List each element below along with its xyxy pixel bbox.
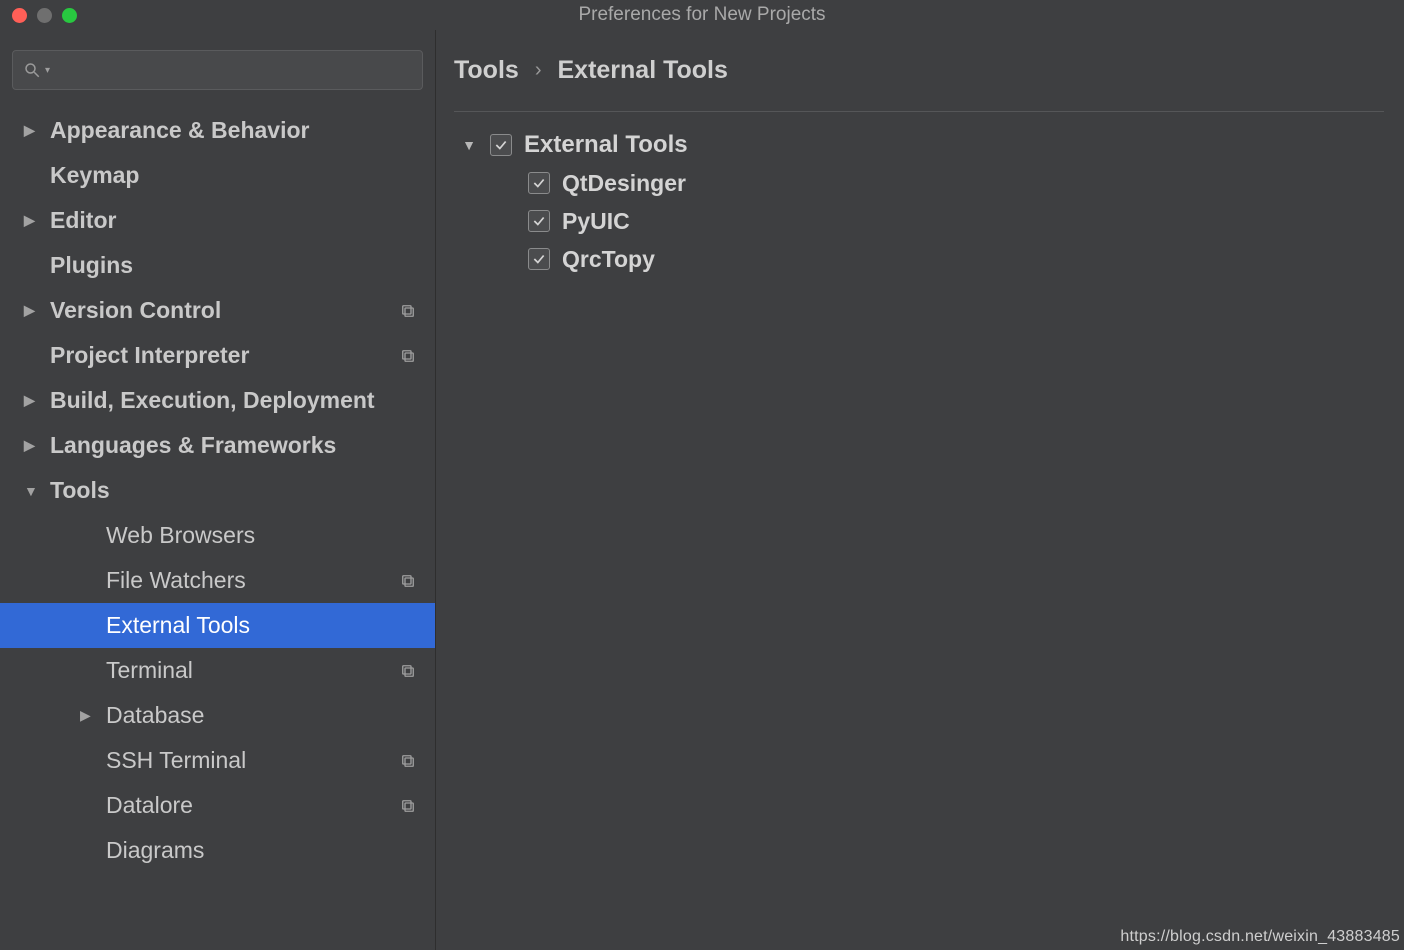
sidebar-item-label: Datalore (106, 792, 193, 819)
search-row: ▾ (0, 50, 435, 104)
sidebar-item[interactable]: ▼Tools (0, 468, 435, 513)
sidebar-item-label: External Tools (106, 612, 250, 639)
chevron-right-icon[interactable]: ▶ (24, 122, 50, 139)
project-level-icon (399, 572, 417, 590)
tool-checkbox[interactable] (528, 248, 550, 270)
sidebar-item[interactable]: ▶Version Control (0, 288, 435, 333)
sidebar-item[interactable]: Keymap (0, 153, 435, 198)
sidebar-item[interactable]: SSH Terminal (0, 738, 435, 783)
sidebar-item[interactable]: External Tools (0, 603, 435, 648)
minimize-window-button[interactable] (37, 8, 52, 23)
sidebar-item-label: Terminal (106, 657, 193, 684)
sidebar-item[interactable]: ▶Database (0, 693, 435, 738)
project-level-icon (399, 302, 417, 320)
sidebar-item-label: SSH Terminal (106, 747, 246, 774)
sidebar-item[interactable]: Diagrams (0, 828, 435, 873)
sidebar-item-label: Editor (50, 207, 116, 234)
settings-tree: ▶Appearance & BehaviorKeymap▶EditorPlugi… (0, 104, 435, 950)
breadcrumb-root[interactable]: Tools (454, 56, 519, 85)
titlebar: Preferences for New Projects (0, 0, 1404, 30)
sidebar: ▾ ▶Appearance & BehaviorKeymap▶EditorPlu… (0, 30, 436, 950)
close-window-button[interactable] (12, 8, 27, 23)
sidebar-item-label: Keymap (50, 162, 139, 189)
tool-name: QrcTopy (562, 246, 655, 273)
chevron-down-icon[interactable]: ▼ (24, 483, 50, 499)
project-level-icon (399, 347, 417, 365)
window-title: Preferences for New Projects (0, 4, 1404, 26)
tool-checkbox[interactable] (528, 172, 550, 194)
tools-list: QtDesinger PyUIC QrcTopy (454, 164, 1384, 278)
tool-row[interactable]: QrcTopy (454, 240, 1384, 278)
sidebar-item-label: Languages & Frameworks (50, 432, 336, 459)
sidebar-item-label: Appearance & Behavior (50, 117, 309, 144)
sidebar-item-label: Build, Execution, Deployment (50, 387, 375, 414)
sidebar-item[interactable]: Datalore (0, 783, 435, 828)
group-label: External Tools (524, 131, 688, 159)
sidebar-item[interactable]: Plugins (0, 243, 435, 288)
breadcrumb-current: External Tools (557, 56, 727, 85)
search-icon (23, 61, 41, 79)
tool-name: PyUIC (562, 208, 630, 235)
sidebar-item[interactable]: Project Interpreter (0, 333, 435, 378)
chevron-right-icon[interactable]: ▶ (24, 392, 50, 409)
window-controls (12, 8, 77, 23)
chevron-right-icon[interactable]: ▶ (80, 707, 106, 724)
watermark: https://blog.csdn.net/weixin_43883485 (1120, 928, 1400, 946)
tool-checkbox[interactable] (528, 210, 550, 232)
sidebar-item-label: Tools (50, 477, 110, 504)
chevron-right-icon[interactable]: ▶ (24, 212, 50, 229)
sidebar-item[interactable]: ▶Appearance & Behavior (0, 108, 435, 153)
chevron-down-icon[interactable]: ▼ (460, 137, 478, 153)
zoom-window-button[interactable] (62, 8, 77, 23)
project-level-icon (399, 662, 417, 680)
search-input[interactable] (54, 60, 412, 81)
tool-row[interactable]: QtDesinger (454, 164, 1384, 202)
sidebar-item-label: Database (106, 702, 204, 729)
tool-row[interactable]: PyUIC (454, 202, 1384, 240)
breadcrumb: Tools › External Tools (454, 56, 1384, 111)
sidebar-item[interactable]: ▶Build, Execution, Deployment (0, 378, 435, 423)
sidebar-item-label: Project Interpreter (50, 342, 249, 369)
sidebar-item-label: File Watchers (106, 567, 246, 594)
sidebar-item[interactable]: Terminal (0, 648, 435, 693)
sidebar-item-label: Version Control (50, 297, 221, 324)
sidebar-item[interactable]: ▶Editor (0, 198, 435, 243)
project-level-icon (399, 752, 417, 770)
tool-name: QtDesinger (562, 170, 686, 197)
main-split: ▾ ▶Appearance & BehaviorKeymap▶EditorPlu… (0, 30, 1404, 950)
search-box[interactable]: ▾ (12, 50, 423, 90)
search-dropdown-icon[interactable]: ▾ (45, 65, 50, 76)
breadcrumb-separator-icon: › (535, 59, 542, 82)
external-tools-panel: ▼ External Tools QtDesinger PyUIC QrcTopy (454, 111, 1384, 278)
external-tools-group-row[interactable]: ▼ External Tools (454, 126, 1384, 164)
chevron-right-icon[interactable]: ▶ (24, 437, 50, 454)
project-level-icon (399, 797, 417, 815)
sidebar-item[interactable]: Web Browsers (0, 513, 435, 558)
sidebar-item-label: Web Browsers (106, 522, 255, 549)
sidebar-item-label: Plugins (50, 252, 133, 279)
sidebar-item[interactable]: ▶Languages & Frameworks (0, 423, 435, 468)
content-panel: Tools › External Tools ▼ External Tools … (436, 30, 1404, 950)
group-checkbox[interactable] (490, 134, 512, 156)
chevron-right-icon[interactable]: ▶ (24, 302, 50, 319)
sidebar-item-label: Diagrams (106, 837, 204, 864)
sidebar-item[interactable]: File Watchers (0, 558, 435, 603)
